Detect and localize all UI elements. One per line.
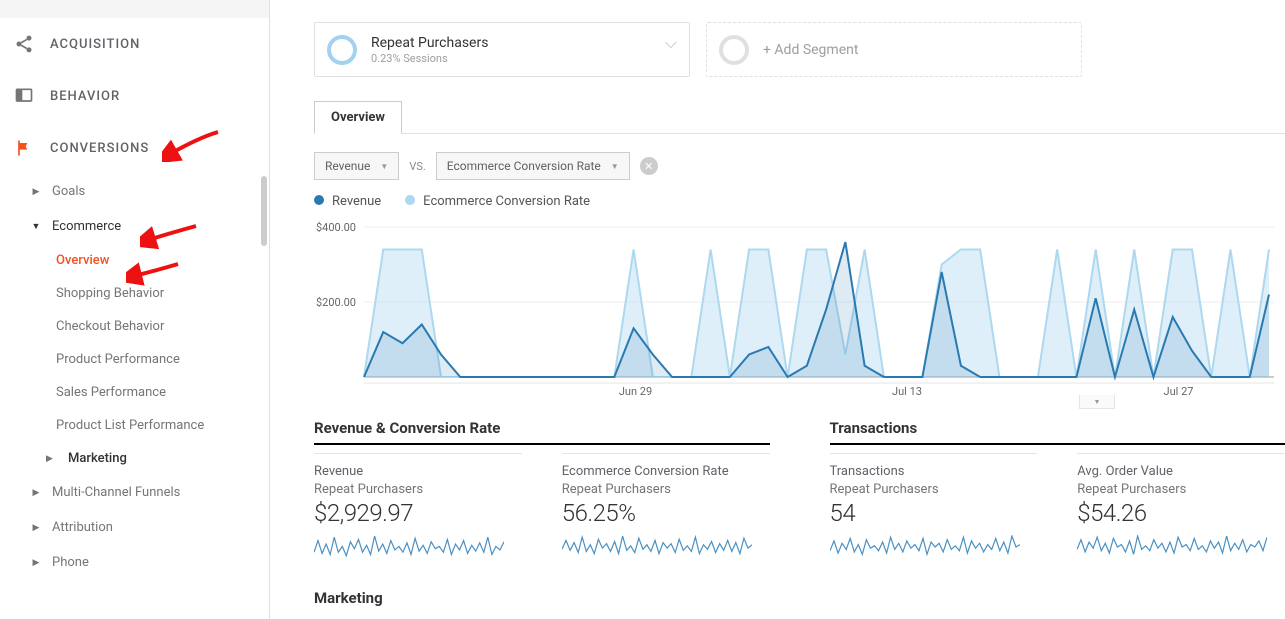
- metric2-dropdown[interactable]: Ecommerce Conversion Rate ▼: [436, 152, 630, 180]
- svg-text:$200.00: $200.00: [316, 296, 356, 309]
- chart-expand-button[interactable]: ▼: [1079, 395, 1115, 409]
- legend-label: Ecommerce Conversion Rate: [423, 194, 590, 209]
- metric-value: $2,929.97: [314, 499, 522, 527]
- sidebar-item-label: Marketing: [68, 451, 127, 466]
- sidebar-item-label: Goals: [52, 184, 85, 199]
- sidebar-item-ecommerce-shopping-behavior[interactable]: Shopping Behavior: [0, 277, 269, 310]
- sparkline: [830, 535, 1020, 559]
- metric-group-revenue-conversion: Revenue & Conversion Rate Revenue Repeat…: [314, 419, 770, 563]
- tabstrip: Overview: [314, 101, 1285, 134]
- svg-text:$400.00: $400.00: [316, 221, 356, 234]
- metric-value: $54.26: [1077, 499, 1285, 527]
- segment-subtitle: 0.23% Sessions: [371, 52, 488, 65]
- legend-dot-icon: [405, 195, 415, 205]
- legend-item-ecr: Ecommerce Conversion Rate: [405, 194, 590, 209]
- chevron-down-icon: ▼: [611, 162, 619, 171]
- metric-label: Transactions: [830, 464, 1038, 479]
- sidebar-top-spacer: [0, 0, 269, 18]
- sidebar-item-ecommerce[interactable]: ▼ Ecommerce: [0, 209, 269, 244]
- main-chart: $400.00$200.00Jun 29Jul 13Jul 27 ▼: [314, 217, 1285, 397]
- add-segment-label: + Add Segment: [763, 42, 858, 58]
- sidebar-section-acquisition[interactable]: ACQUISITION: [0, 18, 269, 70]
- chevron-right-icon: ▶: [30, 187, 42, 197]
- chevron-right-icon: ▶: [30, 523, 42, 533]
- metric-value: 56.25%: [562, 499, 770, 527]
- main-content: Repeat Purchasers 0.23% Sessions ⌵ + Add…: [270, 0, 1285, 619]
- sidebar-item-ecommerce-marketing[interactable]: ▶ Marketing: [0, 442, 269, 475]
- sparkline: [314, 535, 504, 559]
- metric-group-transactions: Transactions Transactions Repeat Purchas…: [830, 419, 1285, 563]
- behavior-icon: [14, 86, 34, 106]
- tab-overview[interactable]: Overview: [314, 101, 402, 134]
- metric-group-title: Revenue & Conversion Rate: [314, 419, 770, 445]
- marketing-section-title: Marketing: [314, 589, 1285, 607]
- sidebar-item-phone[interactable]: ▶ Phone: [0, 545, 269, 580]
- metric-segment: Repeat Purchasers: [830, 482, 1038, 497]
- chart-svg: $400.00 $200.00 Jun 29 Jul 13 Jul 27: [314, 217, 1274, 397]
- metric-segment: Repeat Purchasers: [314, 482, 522, 497]
- sidebar-scrollbar-thumb[interactable]: [261, 176, 267, 246]
- legend-item-revenue: Revenue: [314, 194, 381, 209]
- svg-text:Jul 27: Jul 27: [1164, 385, 1194, 397]
- flag-icon: [14, 138, 34, 158]
- segment-title: Repeat Purchasers: [371, 34, 488, 52]
- sidebar-section-behavior[interactable]: BEHAVIOR: [0, 70, 269, 122]
- chevron-right-icon: ▶: [46, 454, 58, 464]
- sidebar: ACQUISITION BEHAVIOR CONVERSIONS ▶ Goals…: [0, 0, 270, 619]
- chevron-down-icon: ▼: [380, 162, 388, 171]
- legend-label: Revenue: [332, 194, 381, 209]
- metric-card-ecr[interactable]: Ecommerce Conversion Rate Repeat Purchas…: [562, 453, 770, 563]
- chart-legend: Revenue Ecommerce Conversion Rate: [314, 194, 1285, 209]
- metric-controls: Revenue ▼ VS. Ecommerce Conversion Rate …: [314, 152, 1285, 180]
- metric-label: Avg. Order Value: [1077, 464, 1285, 479]
- sidebar-item-ecommerce-sales-performance[interactable]: Sales Performance: [0, 376, 269, 409]
- metric-segment: Repeat Purchasers: [562, 482, 770, 497]
- sidebar-item-label: Phone: [52, 555, 89, 570]
- metric-label: Revenue: [314, 464, 522, 479]
- metric-card-transactions[interactable]: Transactions Repeat Purchasers 54: [830, 453, 1038, 563]
- metric-group-title: Transactions: [830, 419, 1285, 445]
- sidebar-item-ecommerce-product-list-performance[interactable]: Product List Performance: [0, 409, 269, 442]
- segment-card-selected[interactable]: Repeat Purchasers 0.23% Sessions ⌵: [314, 22, 690, 77]
- sparkline: [1077, 535, 1267, 559]
- share-icon: [14, 34, 34, 54]
- dropdown-value: Ecommerce Conversion Rate: [447, 159, 601, 173]
- metric-segment: Repeat Purchasers: [1077, 482, 1285, 497]
- sidebar-section-label: ACQUISITION: [50, 37, 140, 52]
- metric-label: Ecommerce Conversion Rate: [562, 464, 770, 479]
- svg-text:Jun 29: Jun 29: [619, 385, 652, 397]
- sidebar-item-ecommerce-product-performance[interactable]: Product Performance: [0, 343, 269, 376]
- sidebar-section-label: BEHAVIOR: [50, 89, 120, 104]
- sidebar-item-attribution[interactable]: ▶ Attribution: [0, 510, 269, 545]
- segment-cards: Repeat Purchasers 0.23% Sessions ⌵ + Add…: [270, 0, 1285, 77]
- sidebar-item-label: Ecommerce: [52, 219, 121, 234]
- sidebar-item-multi-channel-funnels[interactable]: ▶ Multi-Channel Funnels: [0, 475, 269, 510]
- sidebar-item-ecommerce-overview[interactable]: Overview: [0, 244, 269, 277]
- sidebar-item-goals[interactable]: ▶ Goals: [0, 174, 269, 209]
- metric1-dropdown[interactable]: Revenue ▼: [314, 152, 399, 180]
- chevron-down-icon: ▼: [30, 221, 42, 232]
- metric-card-revenue[interactable]: Revenue Repeat Purchasers $2,929.97: [314, 453, 522, 563]
- vs-label: VS.: [409, 160, 425, 173]
- metric-card-aov[interactable]: Avg. Order Value Repeat Purchasers $54.2…: [1077, 453, 1285, 563]
- segment-circle-icon: [327, 35, 357, 65]
- sidebar-item-label: Multi-Channel Funnels: [52, 485, 180, 500]
- segment-circle-icon: [719, 35, 749, 65]
- metric-value: 54: [830, 499, 1038, 527]
- segment-card-add[interactable]: + Add Segment: [706, 22, 1082, 77]
- chevron-down-icon: ▼: [1094, 398, 1101, 406]
- svg-text:Jul 13: Jul 13: [892, 385, 922, 397]
- sidebar-item-ecommerce-checkout-behavior[interactable]: Checkout Behavior: [0, 310, 269, 343]
- chevron-down-icon: ⌵: [665, 33, 677, 53]
- remove-metric2-button[interactable]: ✕: [640, 157, 658, 175]
- sidebar-section-label: CONVERSIONS: [50, 141, 149, 156]
- dropdown-value: Revenue: [325, 159, 370, 173]
- sidebar-item-label: Attribution: [52, 520, 113, 535]
- chevron-right-icon: ▶: [30, 488, 42, 498]
- sparkline: [562, 535, 752, 559]
- chevron-right-icon: ▶: [30, 558, 42, 568]
- metric-groups: Revenue & Conversion Rate Revenue Repeat…: [314, 419, 1285, 563]
- legend-dot-icon: [314, 195, 324, 205]
- sidebar-section-conversions[interactable]: CONVERSIONS: [0, 122, 269, 174]
